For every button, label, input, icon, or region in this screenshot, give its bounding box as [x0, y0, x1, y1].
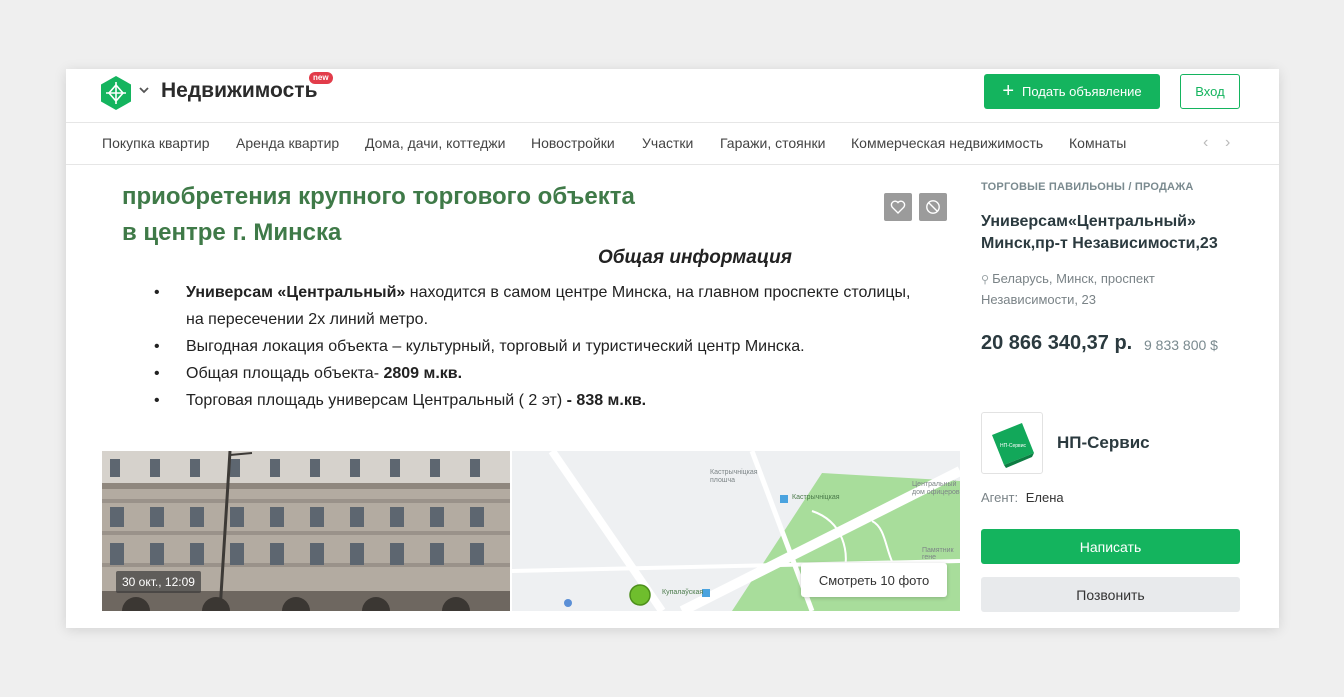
- nav-item-buy-apartments[interactable]: Покупка квартир: [102, 135, 210, 151]
- nav-item-houses[interactable]: Дома, дачи, коттеджи: [365, 135, 505, 151]
- nav-item-rent-apartments[interactable]: Аренда квартир: [236, 135, 339, 151]
- chevron-left-icon[interactable]: ‹: [1203, 134, 1208, 152]
- map-label: Купалаўская: [662, 589, 704, 596]
- map-label: Памятник гене: [922, 547, 954, 561]
- nav-item-commercial[interactable]: Коммерческая недвижимость: [851, 135, 1043, 151]
- hide-listing-button[interactable]: [919, 193, 947, 221]
- seller-logo[interactable]: НП-Сервис: [981, 412, 1043, 474]
- slide-bullet: Универсам «Центральный» находится в само…: [154, 279, 914, 333]
- category-breadcrumb[interactable]: Торговые павильоны / Продажа: [981, 181, 1193, 193]
- nav-item-new-buildings[interactable]: Новостройки: [531, 135, 615, 151]
- brand-title[interactable]: Недвижимость: [161, 79, 317, 103]
- category-nav: Покупка квартир Аренда квартир Дома, дач…: [66, 123, 1279, 165]
- photo-date-badge: 30 окт., 12:09: [116, 571, 201, 593]
- chevron-down-icon[interactable]: [137, 82, 151, 98]
- new-badge: new: [309, 72, 333, 84]
- listing-address: ⚲ Беларусь, Минск, проспект Независимости…: [981, 271, 1155, 307]
- svg-text:НП-Сервис: НП-Сервис: [1000, 443, 1026, 449]
- price-usd: 9 833 800 $: [1144, 337, 1218, 353]
- location-pin-icon: ⚲: [981, 274, 990, 286]
- map-label: Кастрычніцкая плошча: [710, 469, 758, 484]
- slide-subheading: Общая информация: [598, 247, 792, 268]
- post-ad-label: Подать объявление: [1022, 84, 1142, 99]
- chevron-right-icon[interactable]: ›: [1225, 134, 1230, 152]
- map-label: Центральный дом офицеров: [912, 481, 960, 496]
- agent-info: Агент: Елена: [981, 490, 1064, 505]
- logo-icon[interactable]: [101, 76, 131, 110]
- seller-name[interactable]: НП-Сервис: [1057, 433, 1150, 453]
- header: Недвижимость new + Подать объявление Вхо…: [66, 69, 1279, 123]
- listing-card: Недвижимость new + Подать объявление Вхо…: [66, 69, 1279, 628]
- slide-bullet: Торговая площадь универсам Центральный (…: [154, 387, 914, 414]
- listing-title: Универсам«Центральный» Минск,пр-т Незави…: [981, 213, 1218, 252]
- slide-bullet-list: Универсам «Центральный» находится в само…: [154, 279, 914, 414]
- block-icon: [926, 200, 940, 214]
- nav-item-garages[interactable]: Гаражи, стоянки: [720, 135, 825, 151]
- agent-label: Агент:: [981, 490, 1019, 505]
- favorite-button[interactable]: [884, 193, 912, 221]
- view-all-photos-button[interactable]: Смотреть 10 фото: [801, 563, 947, 597]
- slide-heading: приобретения крупного торгового объекта …: [122, 183, 635, 246]
- slide-bullet: Выгодная локация объекта – культурный, т…: [154, 333, 914, 360]
- write-message-button[interactable]: Написать: [981, 529, 1240, 564]
- photo-gallery[interactable]: приобретения крупного торгового объекта …: [102, 179, 960, 611]
- agent-name: Елена: [1025, 490, 1064, 505]
- login-button[interactable]: Вход: [1180, 74, 1240, 109]
- nav-item-rooms[interactable]: Комнаты: [1069, 135, 1126, 151]
- slide-bullet: Общая площадь объекта- 2809 м.кв.: [154, 360, 914, 387]
- plus-icon: +: [1002, 79, 1014, 102]
- heart-icon: [890, 200, 906, 214]
- call-button[interactable]: Позвонить: [981, 577, 1240, 612]
- post-ad-button[interactable]: + Подать объявление: [984, 74, 1160, 109]
- map-label: Кастрычніцкая: [792, 494, 840, 501]
- price-byn: 20 866 340,37 р.: [981, 332, 1133, 354]
- nav-item-plots[interactable]: Участки: [642, 135, 693, 151]
